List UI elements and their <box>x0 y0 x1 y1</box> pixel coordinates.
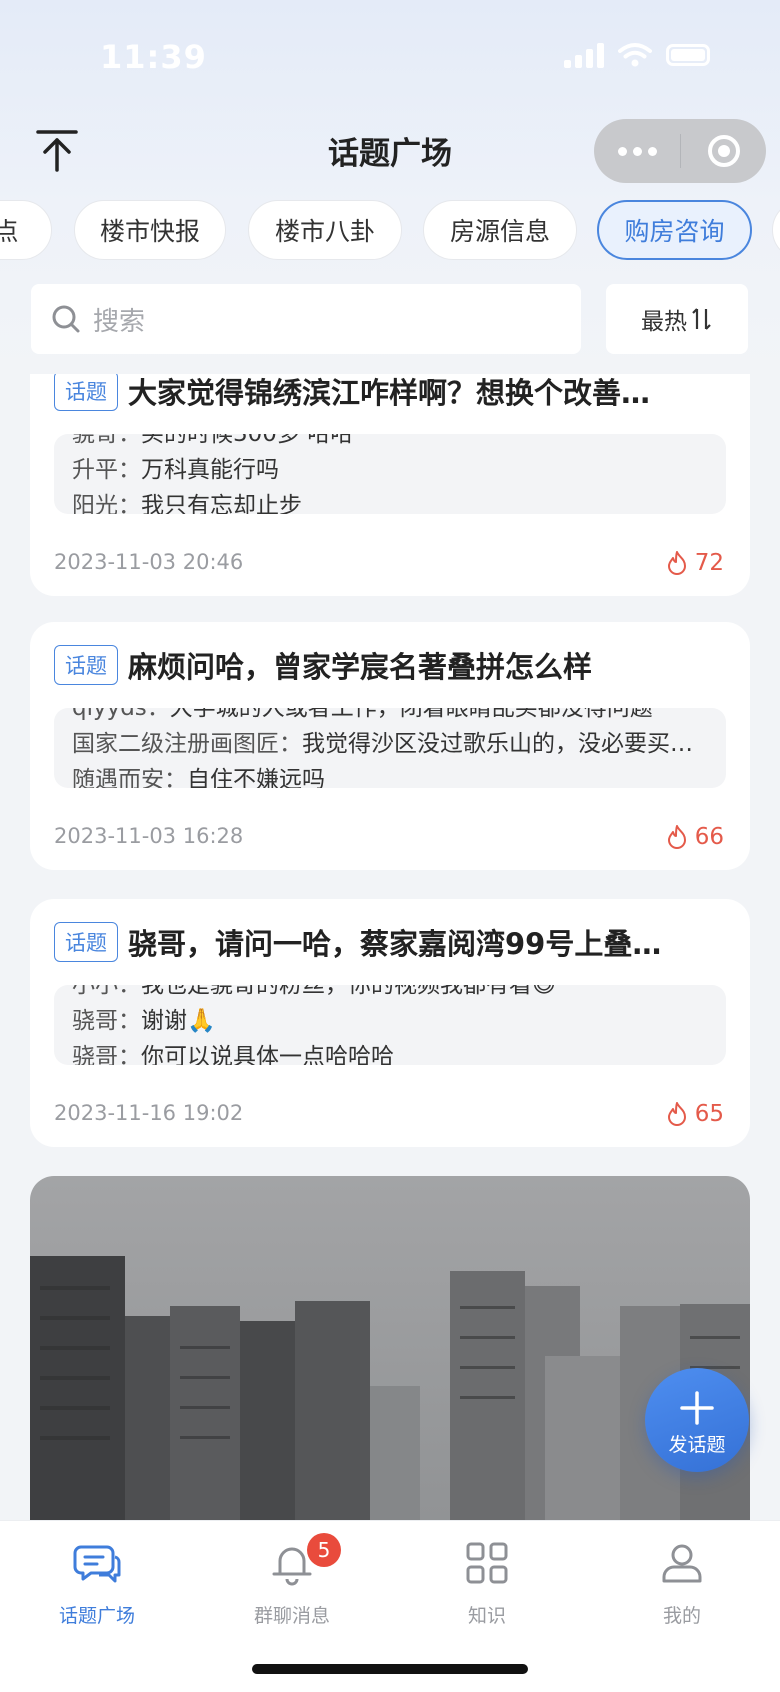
topic-card[interactable]: 话题 骁哥，请问一哈，蔡家嘉阅湾99号上叠… 小小：我也是骁哥的粉丝，你的视频我… <box>30 899 750 1147</box>
category-tabs: 点 楼市快报 楼市八卦 房源信息 购房咨询 <box>0 200 780 264</box>
search-icon <box>52 305 80 333</box>
battery-icon <box>666 44 710 66</box>
tab-label: 我的 <box>662 1605 701 1627</box>
comment-line: qiyyds：大学城的人或者工作，闭着眼睛乱买都没得问题 <box>72 708 653 721</box>
tab-item[interactable]: 点 <box>0 200 52 260</box>
user-icon <box>662 1544 702 1583</box>
heat-count: 65 <box>665 1101 724 1127</box>
comment-preview: 骁哥：买的时候300多 哈哈 升平：万科真能行吗 阳光：我只有忘却止步 <box>54 434 726 514</box>
tab-label: 群聊消息 <box>253 1605 330 1627</box>
comment-line: 骁哥：你可以说具体一点哈哈哈 <box>72 1044 394 1065</box>
more-icon[interactable] <box>594 146 680 156</box>
tab-group-messages[interactable]: 5 群聊消息 <box>212 1533 372 1628</box>
heat-count: 72 <box>665 550 724 576</box>
tab-mine[interactable]: 我的 <box>602 1539 762 1628</box>
topic-photo-card[interactable] <box>30 1176 750 1520</box>
post-topic-label: 发话题 <box>668 1434 726 1456</box>
status-time: 11:39 <box>100 38 207 76</box>
flame-icon <box>667 825 686 849</box>
tab-label: 知识 <box>467 1605 506 1627</box>
topic-date: 2023-11-03 20:46 <box>54 550 244 574</box>
tab-item[interactable]: 楼市八卦 <box>248 200 402 260</box>
plus-icon <box>680 1391 714 1425</box>
tab-topic-square[interactable]: 话题广场 <box>17 1539 177 1628</box>
comment-line: 骁哥：买的时候300多 哈哈 <box>72 434 354 447</box>
topic-badge: 话题 <box>54 374 118 411</box>
heat-count: 66 <box>665 824 724 850</box>
comment-line: 国家二级注册画图匠：我觉得沙区没过歌乐山的，没必要买… <box>72 731 693 757</box>
post-topic-button[interactable]: 发话题 <box>645 1368 749 1472</box>
tab-item[interactable]: 房源信息 <box>423 200 577 260</box>
comment-line: 阳光：我只有忘却止步 <box>72 493 302 514</box>
comment-line: 小小：我也是骁哥的粉丝，你的视频我都有看😄 <box>72 985 556 998</box>
status-icons <box>564 42 710 68</box>
comment-line: 随遇而安：自住不嫌远吗 <box>72 767 325 788</box>
tab-item[interactable]: 楼市快报 <box>74 200 226 260</box>
nav-bar: 话题广场 <box>0 110 780 192</box>
sort-button[interactable]: 最热 <box>606 284 748 354</box>
topic-badge: 话题 <box>54 645 118 685</box>
mini-program-capsule <box>594 119 766 183</box>
search-placeholder: 搜索 <box>93 306 146 337</box>
topic-title: 麻烦问哈，曾家学宸名著叠拼怎么样 <box>128 650 593 684</box>
tab-item-active[interactable]: 购房咨询 <box>597 200 752 260</box>
sort-label: 最热 <box>641 309 687 335</box>
topic-title: 大家觉得锦绣滨江咋样啊？想换个改善… <box>128 376 651 410</box>
status-bar: 11:39 <box>0 30 780 86</box>
comment-line: 骁哥：谢谢🙏 <box>72 1008 216 1034</box>
flame-icon <box>667 1102 686 1126</box>
topic-card[interactable]: 话题 麻烦问哈，曾家学宸名著叠拼怎么样 qiyyds：大学城的人或者工作，闭着眼… <box>30 622 750 870</box>
flame-icon <box>667 551 686 575</box>
comment-preview: qiyyds：大学城的人或者工作，闭着眼睛乱买都没得问题 国家二级注册画图匠：我… <box>54 708 726 788</box>
topic-badge: 话题 <box>54 922 118 962</box>
comment-line: 升平：万科真能行吗 <box>72 457 279 483</box>
unread-badge: 5 <box>307 1533 341 1567</box>
topic-date: 2023-11-16 19:02 <box>54 1101 244 1125</box>
tab-label: 话题广场 <box>58 1605 135 1627</box>
close-mini-program-icon[interactable] <box>681 135 766 167</box>
wifi-icon <box>618 43 652 67</box>
topic-date: 2023-11-03 16:28 <box>54 824 244 848</box>
tab-knowledge[interactable]: 知识 <box>407 1539 567 1628</box>
sort-arrows-icon <box>692 308 711 330</box>
search-input[interactable]: 搜索 <box>31 284 581 354</box>
comment-preview: 小小：我也是骁哥的粉丝，你的视频我都有看😄 骁哥：谢谢🙏 骁哥：你可以说具体一点… <box>54 985 726 1065</box>
topic-title: 骁哥，请问一哈，蔡家嘉阅湾99号上叠… <box>128 927 662 961</box>
chat-bubble-icon <box>73 1545 121 1583</box>
cellular-signal-icon <box>564 42 604 68</box>
grid-icon <box>466 1542 508 1584</box>
city-skyline-photo <box>30 1176 750 1520</box>
topic-card[interactable]: 话题 大家觉得锦绣滨江咋样啊？想换个改善… 骁哥：买的时候300多 哈哈 升平：… <box>30 374 750 596</box>
home-indicator <box>252 1664 528 1674</box>
tab-item-partial[interactable] <box>772 200 780 260</box>
topic-list[interactable]: 话题 大家觉得锦绣滨江咋样啊？想换个改善… 骁哥：买的时候300多 哈哈 升平：… <box>0 374 780 1520</box>
